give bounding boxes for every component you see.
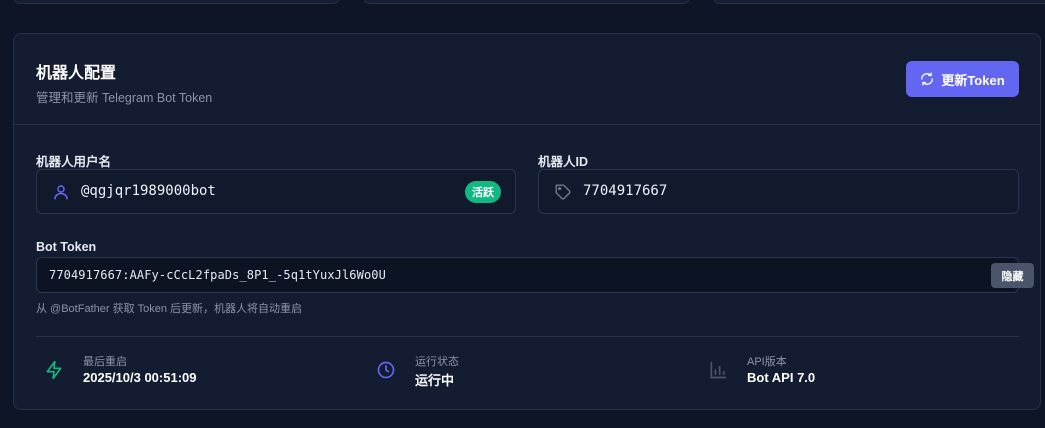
divider bbox=[36, 336, 1019, 337]
api-version-value: Bot API 7.0 bbox=[747, 370, 816, 385]
hide-token-button[interactable]: 隐藏 bbox=[991, 263, 1034, 288]
username-value: @qgjqr1989000bot bbox=[81, 183, 216, 199]
bot-id-value: 7704917667 bbox=[583, 183, 668, 199]
api-version-label: API版本 bbox=[747, 356, 787, 368]
top-card-3 bbox=[713, 0, 1045, 4]
bot-token-label: Bot Token bbox=[36, 240, 97, 254]
top-card-2 bbox=[363, 0, 690, 4]
bot-id-label: 机器人ID bbox=[538, 155, 589, 169]
last-restart-label: 最后重启 bbox=[83, 356, 127, 368]
clock-icon bbox=[376, 360, 396, 380]
bot-config-panel: 机器人配置 管理和更新 Telegram Bot Token 更新Token 机… bbox=[13, 33, 1041, 410]
tag-icon bbox=[554, 183, 572, 201]
bot-token-field[interactable]: 7704917667:AAFy-cCcL2fpaDs_8P1_-5q1tYuxJ… bbox=[36, 257, 1034, 293]
bolt-icon bbox=[44, 360, 64, 380]
token-hint: 从 @BotFather 获取 Token 后更新，机器人将自动重启 bbox=[36, 303, 303, 315]
update-token-label: 更新Token bbox=[941, 72, 1005, 88]
refresh-icon bbox=[920, 72, 934, 86]
user-icon bbox=[52, 183, 70, 201]
username-field[interactable]: @qgjqr1989000bot 活跃 bbox=[36, 169, 516, 214]
panel-title: 机器人配置 bbox=[36, 65, 117, 82]
panel-header: 机器人配置 管理和更新 Telegram Bot Token 更新Token bbox=[14, 34, 1040, 125]
username-label: 机器人用户名 bbox=[36, 155, 112, 169]
bar-chart-icon bbox=[708, 360, 728, 380]
running-status-value: 运行中 bbox=[415, 373, 455, 388]
status-badge: 活跃 bbox=[465, 181, 501, 203]
panel-subtitle: 管理和更新 Telegram Bot Token bbox=[36, 91, 213, 105]
bot-token-value: 7704917667:AAFy-cCcL2fpaDs_8P1_-5q1tYuxJ… bbox=[49, 268, 386, 282]
update-token-button[interactable]: 更新Token bbox=[906, 61, 1019, 97]
top-card-1 bbox=[13, 0, 340, 4]
last-restart-value: 2025/10/3 00:51:09 bbox=[83, 370, 197, 385]
bot-id-field[interactable]: 7704917667 bbox=[538, 169, 1019, 214]
running-status-label: 运行状态 bbox=[415, 356, 459, 368]
